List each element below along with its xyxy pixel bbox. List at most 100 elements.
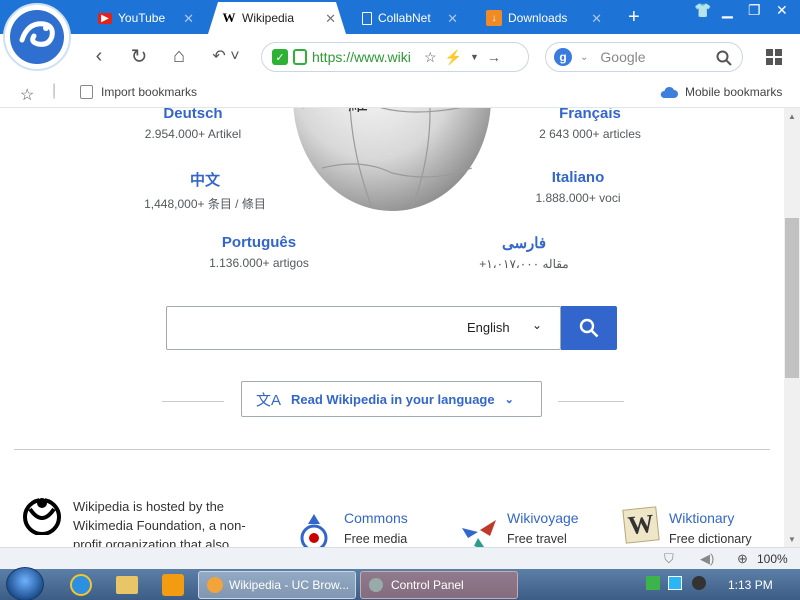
clock[interactable]: 1:13 PM — [728, 578, 773, 592]
lang-name[interactable]: Português — [159, 234, 359, 251]
display-icon[interactable] — [668, 576, 682, 590]
network-icon[interactable] — [646, 576, 660, 590]
divider — [558, 401, 624, 402]
close-icon[interactable]: ✕ — [183, 11, 194, 27]
minimize-button[interactable]: ▁ — [722, 2, 733, 19]
lang-name[interactable]: فارسی — [424, 234, 624, 252]
task-label: Wikipedia - UC Brow... — [229, 578, 350, 592]
project-wikivoyage[interactable]: Wikivoyage Free travel — [507, 510, 579, 546]
lang-name[interactable]: Français — [490, 108, 690, 122]
close-icon[interactable]: ✕ — [447, 11, 458, 27]
zoom-level[interactable]: 100% — [757, 552, 788, 566]
address-bar[interactable]: ✓ https://www.wiki ☆ ⚡ ▼ → — [261, 42, 529, 72]
apps-grid-icon[interactable] — [766, 49, 782, 65]
star-bookmark-icon[interactable]: ☆ — [20, 85, 34, 105]
task-control-panel[interactable]: Control Panel — [360, 571, 518, 599]
lang-portugues[interactable]: Português 1.136.000+ artigos — [159, 234, 359, 270]
home-button[interactable]: ⌂ — [166, 43, 192, 69]
project-title[interactable]: Commons — [344, 510, 408, 526]
chevron-down-icon[interactable]: ⌄ — [532, 318, 542, 332]
scroll-down-icon[interactable]: ▼ — [784, 531, 800, 547]
footer-text: Wikipedia is hosted by the Wikimedia Fou… — [73, 499, 246, 547]
lang-count: 1,448,000+ 条目 / 條目 — [144, 197, 266, 211]
project-title[interactable]: Wikivoyage — [507, 510, 579, 526]
reload-button[interactable]: ↻ — [126, 43, 152, 69]
restore-button[interactable]: ❐ — [748, 2, 761, 19]
chevron-down-icon: ⌄ — [504, 393, 514, 406]
read-language-button[interactable]: 文A Read Wikipedia in your language ⌄ — [241, 381, 542, 417]
wikipedia-icon: W — [222, 10, 236, 25]
tab-collabnet[interactable]: CollabNet ✕ — [348, 4, 468, 32]
windows-taskbar: Wikipedia - UC Brow... Control Panel 1:1… — [0, 567, 800, 600]
shirt-icon[interactable]: 👕 — [694, 2, 711, 19]
go-arrow-icon[interactable]: → — [487, 49, 501, 65]
search-language-select[interactable]: English — [467, 320, 510, 335]
wiktionary-logo-icon[interactable]: W — [622, 506, 660, 544]
dropdown-icon[interactable]: ▼ — [470, 52, 479, 62]
tab-label: Wikipedia — [242, 11, 295, 25]
close-icon[interactable]: ✕ — [591, 11, 602, 27]
search-engine-icon[interactable]: g — [554, 48, 572, 66]
star-icon[interactable]: ☆ — [424, 49, 437, 66]
bookmarks-bar: ☆ | Import bookmarks Mobile bookmarks — [0, 78, 800, 108]
lang-count: 2.954.000+ Artikel — [144, 127, 242, 141]
wikivoyage-logo-icon[interactable] — [460, 518, 498, 547]
project-commons[interactable]: Commons Free media — [344, 510, 408, 546]
media-player-icon[interactable] — [162, 574, 184, 596]
scroll-up-icon[interactable]: ▲ — [784, 108, 800, 124]
mobile-bookmarks-link[interactable]: Mobile bookmarks — [660, 85, 782, 99]
lang-name[interactable]: Italiano — [478, 169, 678, 186]
back-button[interactable]: ‹ — [86, 43, 112, 69]
divider — [162, 401, 224, 402]
lang-name[interactable]: 中文 — [105, 169, 305, 190]
wiki-search-button[interactable] — [561, 306, 617, 350]
file-explorer-icon[interactable] — [116, 576, 138, 594]
divider — [14, 449, 770, 450]
close-window-button[interactable]: ✕ — [776, 2, 788, 19]
vertical-scrollbar[interactable]: ▲ ▼ — [784, 108, 800, 547]
import-bookmarks-link[interactable]: Import bookmarks — [80, 85, 197, 99]
chevron-down-icon[interactable]: ⌄ — [580, 52, 588, 63]
project-wiktionary[interactable]: Wiktionary Free dictionary — [669, 510, 752, 546]
lang-francais[interactable]: Français 2 643 000+ articles — [490, 108, 690, 141]
mobile-bookmarks-label: Mobile bookmarks — [685, 85, 783, 99]
lang-name[interactable]: Deutsch — [93, 108, 293, 122]
tab-downloads[interactable]: ↓ Downloads ✕ — [472, 4, 612, 32]
zoom-icon[interactable]: ⊕ — [737, 551, 748, 567]
wikimedia-logo-icon[interactable] — [22, 495, 62, 535]
start-button[interactable] — [6, 567, 44, 600]
tab-wikipedia[interactable]: W Wikipedia ✕ — [208, 2, 346, 34]
wiki-search-input[interactable]: English ⌄ — [166, 306, 561, 350]
undo-button[interactable]: ↶ ˅ — [206, 43, 246, 69]
speaker-icon[interactable]: ◀) — [700, 551, 714, 567]
lang-italiano[interactable]: Italiano 1.888.000+ voci — [478, 169, 678, 205]
volume-icon[interactable] — [692, 576, 706, 590]
cloud-icon — [660, 86, 678, 98]
translate-icon: 文A — [256, 391, 282, 409]
lang-deutsch[interactable]: Deutsch 2.954.000+ Artikel — [93, 108, 293, 141]
close-icon[interactable]: ✕ — [325, 11, 336, 27]
lang-count: 2 643 000+ articles — [539, 127, 641, 141]
uc-browser-logo-icon[interactable] — [2, 2, 72, 72]
wikipedia-globe-icon: Ω И 維 — [293, 108, 491, 211]
shield-icon[interactable]: ⛉ — [664, 551, 674, 567]
lang-farsi[interactable]: فارسی +۱،۰۱۷،۰۰۰ مقاله — [424, 234, 624, 271]
lang-count: 1.136.000+ artigos — [209, 256, 309, 270]
lang-chinese[interactable]: 中文 1,448,000+ 条目 / 條目 — [105, 169, 305, 212]
tab-youtube[interactable]: ▶ YouTube ✕ — [84, 4, 204, 32]
scrollbar-thumb[interactable] — [785, 218, 799, 378]
search-input[interactable]: Google — [600, 49, 645, 65]
search-bar[interactable]: g ⌄ Google — [545, 42, 743, 72]
commons-logo-icon[interactable] — [296, 512, 336, 547]
lang-count: 1.888.000+ voci — [535, 191, 621, 205]
new-tab-button[interactable]: + — [628, 6, 640, 29]
project-subtitle: Free travel — [507, 532, 567, 546]
search-icon[interactable] — [716, 50, 732, 66]
address-url[interactable]: https://www.wiki — [312, 49, 416, 65]
project-title[interactable]: Wiktionary — [669, 510, 752, 526]
navigation-toolbar: ‹ ↻ ⌂ ↶ ˅ ✓ https://www.wiki ☆ ⚡ ▼ → g ⌄… — [0, 34, 800, 78]
internet-explorer-icon[interactable] — [70, 574, 92, 596]
lightning-icon[interactable]: ⚡ — [445, 49, 462, 66]
task-uc-browser[interactable]: Wikipedia - UC Brow... — [198, 571, 356, 599]
page-icon — [362, 11, 372, 25]
